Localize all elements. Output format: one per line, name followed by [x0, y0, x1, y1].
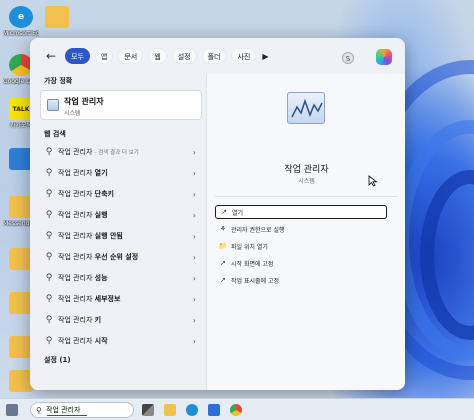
web-result[interactable]: ⚲ 작업 관리자 시작 › [40, 331, 202, 351]
chevron-right-icon: › [192, 315, 196, 325]
chevron-right-icon: › [192, 336, 196, 346]
chevron-right-icon: › [192, 273, 196, 283]
search-icon: ⚲ [45, 336, 53, 346]
open-icon: ↗ [221, 208, 227, 216]
search-icon: ⚲ [45, 147, 53, 157]
best-match-heading: 가장 정확 [44, 77, 73, 85]
settings-heading: 설정 (1) [44, 356, 71, 364]
pin-to-start-action[interactable]: ➚ 시작 화면에 고정 [215, 256, 387, 270]
edge-icon: e [9, 6, 33, 28]
task-manager-icon [287, 92, 325, 124]
web-search-heading: 웹 검색 [44, 130, 66, 138]
pin-to-taskbar-action[interactable]: ➚ 작업 표시줄에 고정 [215, 273, 387, 287]
avatar[interactable]: S [342, 52, 354, 64]
filter-chip-apps[interactable]: 앱 [94, 48, 114, 64]
chevron-right-icon: › [192, 210, 196, 220]
open-file-location-action[interactable]: 📁 파일 위치 열기 [215, 239, 387, 253]
search-icon: ⚲ [45, 252, 53, 262]
arrow-left-icon[interactable]: ← [42, 49, 60, 63]
divider [215, 196, 398, 197]
open-action[interactable]: ↗ 열기 [215, 205, 387, 219]
spellcheck-underline [47, 415, 87, 416]
web-result[interactable]: ⚲ 작업 관리자 단축키 › [40, 184, 202, 204]
details-pane: 작업 관리자 시스템 ↗ 열기 ⚘ 관리자 권한으로 실행 📁 파일 위치 열기… [206, 74, 405, 390]
search-icon: ⚲ [45, 231, 53, 241]
filter-chip-web[interactable]: 웹 [148, 48, 167, 64]
best-match-title: 작업 관리자 [64, 97, 104, 106]
filter-chip-folders[interactable]: 폴더 [201, 48, 227, 64]
filter-chip-settings[interactable]: 설정 [171, 48, 197, 64]
best-match-subtitle: 시스템 [64, 110, 81, 117]
search-icon: ⚲ [45, 210, 53, 220]
play-icon[interactable]: ▶ [262, 52, 268, 61]
details-title: 작업 관리자 [284, 165, 329, 175]
run-as-admin-action[interactable]: ⚘ 관리자 권한으로 실행 [215, 222, 387, 236]
task-view-icon[interactable] [142, 404, 154, 416]
folder-icon [45, 6, 69, 28]
desktop-icon-edge[interactable]: e Microsoft Edge [3, 6, 39, 37]
copilot-icon[interactable] [376, 49, 392, 65]
web-result[interactable]: ⚲ 작업 관리자 우선 순위 설정 › [40, 247, 202, 267]
web-result[interactable]: ⚲ 작업 관리자 - 검색 결과 더 보기 › [40, 142, 202, 162]
folder-icon: 📁 [218, 242, 228, 250]
edge-icon[interactable] [186, 404, 198, 416]
cursor-icon [368, 175, 378, 187]
chrome-icon[interactable] [230, 404, 242, 416]
search-icon: ⚲ [45, 294, 53, 304]
web-result[interactable]: ⚲ 작업 관리자 키 › [40, 310, 202, 330]
task-manager-icon [47, 99, 59, 111]
search-input[interactable] [46, 406, 126, 414]
results-list: 가장 정확 작업 관리자 시스템 웹 검색 ⚲ 작업 관리자 - 검색 결과 더… [40, 74, 210, 390]
best-match-result[interactable]: 작업 관리자 시스템 [40, 90, 202, 120]
web-result[interactable]: ⚲ 작업 관리자 실행 › [40, 205, 202, 225]
taskbar-search[interactable]: ⚲ [30, 402, 134, 418]
search-icon: ⚲ [45, 315, 53, 325]
start-search-panel: ← 모두 앱 문서 웹 설정 폴더 사진 ▶ S 가장 정확 작업 관리자 시스… [30, 38, 405, 390]
filter-chip-documents[interactable]: 문서 [118, 48, 144, 64]
chevron-right-icon: › [192, 252, 196, 262]
search-icon: ⚲ [45, 189, 53, 199]
chevron-right-icon: › [192, 294, 196, 304]
filter-chip-all[interactable]: 모두 [65, 48, 90, 64]
shield-icon: ⚘ [219, 225, 227, 233]
desktop-icon-folder[interactable] [40, 6, 74, 30]
taskbar: ⚲ [0, 398, 474, 420]
search-icon: ⚲ [45, 168, 53, 178]
chevron-right-icon: › [192, 168, 196, 178]
web-result[interactable]: ⚲ 작업 관리자 세부정보 › [40, 289, 202, 309]
pin-icon: ➚ [220, 276, 226, 284]
web-result[interactable]: ⚲ 작업 관리자 열기 › [40, 163, 202, 183]
chevron-right-icon: › [192, 147, 196, 157]
web-result[interactable]: ⚲ 작업 관리자 실행 안됨 › [40, 226, 202, 246]
chevron-right-icon: › [192, 189, 196, 199]
activity-graph-icon [291, 98, 323, 118]
store-icon[interactable] [208, 404, 220, 416]
widgets-icon[interactable] [6, 404, 18, 416]
web-result[interactable]: ⚲ 작업 관리자 성능 › [40, 268, 202, 288]
file-explorer-icon[interactable] [164, 404, 176, 416]
search-icon: ⚲ [45, 273, 53, 283]
filter-chip-photos[interactable]: 사진 [231, 48, 257, 64]
pin-icon: ➚ [220, 259, 226, 267]
search-icon: ⚲ [36, 405, 42, 415]
chevron-right-icon: › [192, 231, 196, 241]
